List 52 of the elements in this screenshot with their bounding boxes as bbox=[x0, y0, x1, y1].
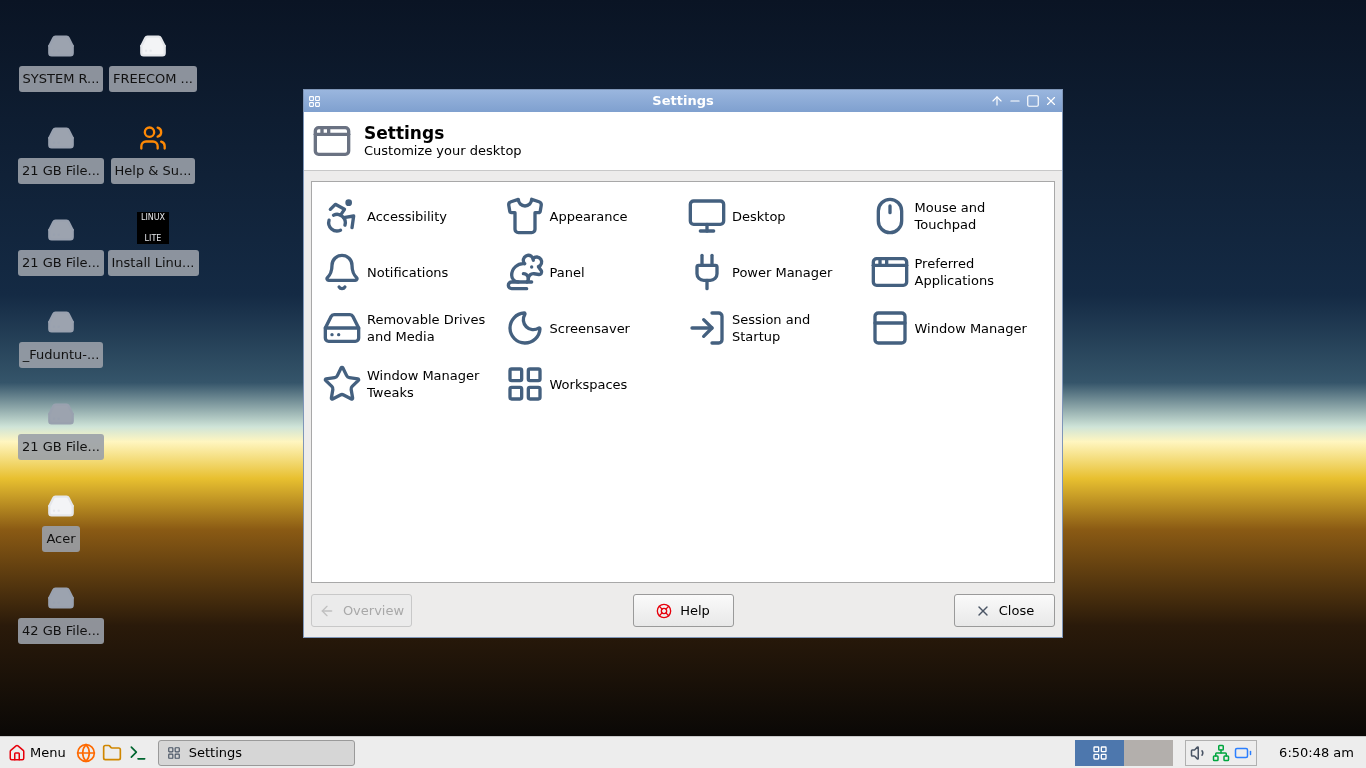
settings-item[interactable]: Panel bbox=[500, 244, 683, 300]
desktop-icon-label[interactable]: 21 GB File... bbox=[18, 434, 104, 460]
desktop-icon-label[interactable]: Install Linu... bbox=[107, 250, 199, 276]
desktop-icon-label[interactable]: Acer bbox=[42, 526, 80, 552]
shirt-icon bbox=[504, 196, 545, 236]
settings-item[interactable]: Removable Drives and Media bbox=[318, 300, 501, 356]
desktop-icon-label[interactable]: Help & Su... bbox=[110, 158, 196, 184]
window-title: Settings bbox=[652, 92, 714, 111]
settings-item[interactable]: Preferred Applications bbox=[865, 244, 1048, 300]
settings-item[interactable]: Workspaces bbox=[500, 356, 683, 412]
clock[interactable]: 6:50:48 am bbox=[1271, 742, 1362, 763]
close-icon[interactable] bbox=[1044, 94, 1058, 108]
desktop-icon-label[interactable]: 21 GB File... bbox=[18, 250, 104, 276]
settings-item[interactable]: Appearance bbox=[500, 188, 683, 244]
settings-item[interactable]: Session and Startup bbox=[683, 300, 866, 356]
header-title: Settings bbox=[364, 123, 446, 143]
task-button[interactable]: Settings bbox=[157, 739, 355, 766]
window-thumbnail-icon bbox=[1091, 744, 1108, 761]
maximize-icon[interactable] bbox=[1026, 94, 1040, 108]
users-icon bbox=[139, 124, 167, 152]
logo-icon: LINUX LITE bbox=[137, 212, 169, 244]
settings-item[interactable]: Accessibility bbox=[318, 188, 501, 244]
network-icon[interactable] bbox=[1212, 743, 1231, 762]
bell-icon bbox=[322, 252, 362, 292]
menu-button[interactable]: Menu bbox=[4, 742, 70, 763]
desktop-icon-label[interactable]: SYSTEM R... bbox=[18, 66, 104, 92]
settings-item[interactable]: Screensaver bbox=[500, 300, 683, 356]
globe-icon[interactable] bbox=[75, 742, 96, 763]
settings-item[interactable]: Mouse and Touchpad bbox=[865, 188, 1048, 244]
settings-item[interactable]: Window Manager Tweaks bbox=[318, 356, 501, 412]
lifebuoy-icon bbox=[656, 602, 673, 619]
header-subtitle: Customize your desktop bbox=[364, 143, 522, 159]
desktop-icon-label[interactable]: 21 GB File... bbox=[18, 158, 104, 184]
workspace-button[interactable] bbox=[1124, 739, 1174, 766]
star-icon bbox=[322, 364, 362, 404]
settings-item[interactable]: Notifications bbox=[318, 244, 501, 300]
desktop-icon-label[interactable]: FREECOM ... bbox=[109, 66, 197, 92]
home-icon bbox=[8, 743, 26, 762]
settings-item[interactable]: Window Manager bbox=[865, 300, 1048, 356]
desktop-icon-label[interactable]: 42 GB File... bbox=[18, 618, 104, 644]
desktop-icon-label[interactable]: _Fuduntu-... bbox=[18, 342, 104, 368]
shade-icon[interactable] bbox=[990, 94, 1004, 108]
mouse-silhouette-icon bbox=[504, 252, 545, 292]
help-button[interactable]: Help bbox=[632, 594, 734, 627]
login-icon bbox=[687, 308, 727, 348]
folder-icon[interactable] bbox=[101, 742, 122, 763]
monitor-icon bbox=[687, 196, 727, 236]
settings-item[interactable]: Power Manager bbox=[683, 244, 866, 300]
window-menu-icon[interactable] bbox=[308, 94, 321, 108]
close-button[interactable]: Close bbox=[954, 594, 1055, 627]
workspace-button[interactable] bbox=[1075, 739, 1125, 766]
settings-item[interactable]: Desktop bbox=[683, 188, 866, 244]
